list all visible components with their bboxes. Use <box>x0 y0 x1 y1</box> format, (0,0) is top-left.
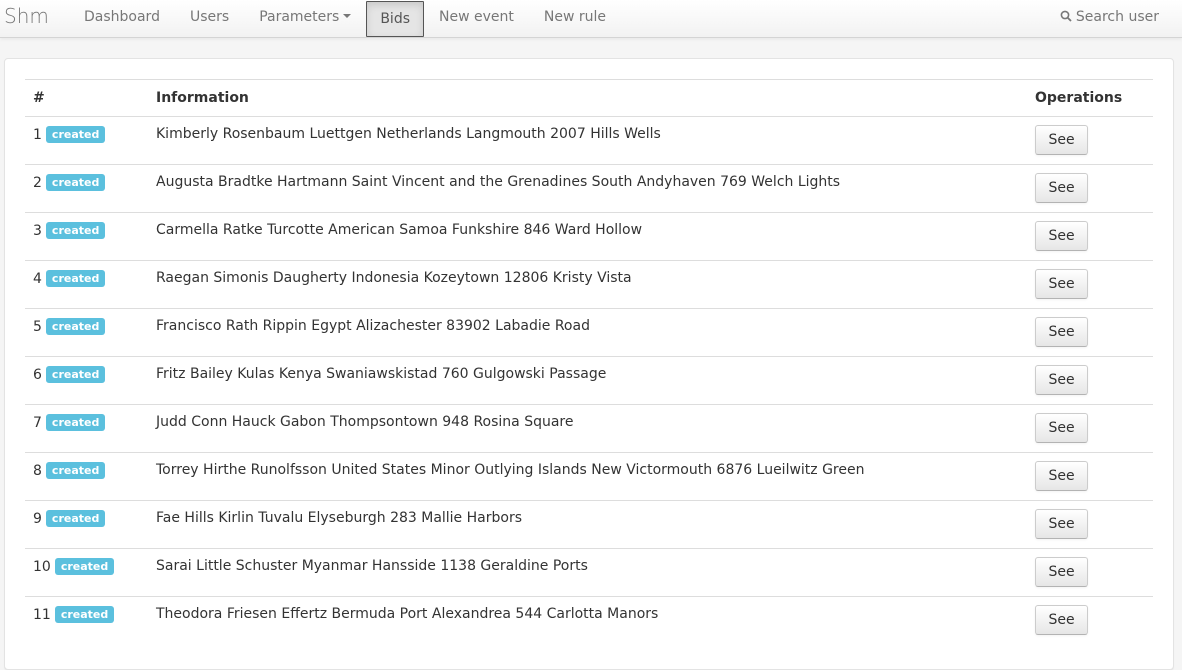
row-operations-cell: See <box>1027 308 1153 357</box>
row-number: 7 <box>33 415 42 431</box>
row-number: 11 <box>33 607 51 623</box>
table-row: 6 created Fritz Bailey Kulas Kenya Swaniaw… <box>25 356 1153 405</box>
column-header-number: # <box>25 79 148 117</box>
see-button[interactable]: See <box>1035 365 1088 395</box>
table-row: 7 created Judd Conn Hauck Gabon Thompsonto… <box>25 404 1153 453</box>
row-operations-cell: See <box>1027 356 1153 405</box>
row-number-cell: 6 created <box>25 356 148 405</box>
row-number: 10 <box>33 559 51 575</box>
search-user-label: Search user <box>1075 9 1159 25</box>
row-operations-cell: See <box>1027 164 1153 213</box>
brand-logo[interactable]: Shm <box>4 4 49 28</box>
see-button[interactable]: See <box>1035 173 1088 203</box>
row-information: Raegan Simonis Daugherty Indonesia Kozey… <box>148 260 1027 309</box>
row-number-cell: 9 created <box>25 500 148 549</box>
table-row: 9 created Fae Hills Kirlin Tuvalu Elysebur… <box>25 500 1153 549</box>
see-button[interactable]: See <box>1035 221 1088 251</box>
row-number-cell: 8 created <box>25 452 148 501</box>
row-information: Francisco Rath Rippin Egypt Alizachester… <box>148 308 1027 357</box>
row-information: Augusta Bradtke Hartmann Saint Vincent a… <box>148 164 1027 213</box>
row-number: 6 <box>33 367 42 383</box>
nav-item-parameters-label: Parameters <box>259 9 340 25</box>
table-header-row: # Information Operations <box>25 79 1153 117</box>
nav-item-users[interactable]: Users <box>175 0 244 35</box>
row-information: Torrey Hirthe Runolfsson United States M… <box>148 452 1027 501</box>
nav-item-dashboard[interactable]: Dashboard <box>69 0 175 35</box>
row-operations-cell: See <box>1027 116 1153 165</box>
nav-item-new-rule[interactable]: New rule <box>529 0 621 35</box>
row-operations-cell: See <box>1027 404 1153 453</box>
see-button[interactable]: See <box>1035 605 1088 635</box>
see-button[interactable]: See <box>1035 269 1088 299</box>
row-number-cell: 10 created <box>25 548 148 597</box>
table-row: 2 created Augusta Bradtke Hartmann Saint V… <box>25 164 1153 213</box>
row-information: Carmella Ratke Turcotte American Samoa F… <box>148 212 1027 261</box>
see-button[interactable]: See <box>1035 557 1088 587</box>
column-header-information: Information <box>148 79 1027 117</box>
status-badge: created <box>45 126 106 143</box>
see-button[interactable]: See <box>1035 317 1088 347</box>
table-row: 11 created Theodora Friesen Effertz Bermud… <box>25 596 1153 644</box>
row-number: 4 <box>33 271 42 287</box>
status-badge: created <box>54 558 115 575</box>
search-user-link[interactable]: Search user <box>1060 0 1159 35</box>
row-operations-cell: See <box>1027 452 1153 501</box>
status-badge: created <box>45 318 106 335</box>
row-information: Theodora Friesen Effertz Bermuda Port Al… <box>148 596 1027 644</box>
row-number: 9 <box>33 511 42 527</box>
status-badge: created <box>45 270 106 287</box>
table-row: 8 created Torrey Hirthe Runolfsson United … <box>25 452 1153 501</box>
table-row: 10 created Sarai Little Schuster Myanmar H… <box>25 548 1153 597</box>
column-header-operations: Operations <box>1027 79 1153 117</box>
row-operations-cell: See <box>1027 212 1153 261</box>
row-number: 8 <box>33 463 42 479</box>
search-icon <box>1060 10 1072 22</box>
see-button[interactable]: See <box>1035 413 1088 443</box>
row-number-cell: 2 created <box>25 164 148 213</box>
navbar: Shm Dashboard Users Parameters Bids New … <box>0 0 1182 38</box>
nav-item-bids[interactable]: Bids <box>366 1 425 37</box>
row-number: 2 <box>33 175 42 191</box>
row-operations-cell: See <box>1027 596 1153 644</box>
row-information: Kimberly Rosenbaum Luettgen Netherlands … <box>148 116 1027 165</box>
row-number-cell: 11 created <box>25 596 148 644</box>
see-button[interactable]: See <box>1035 509 1088 539</box>
status-badge: created <box>45 510 106 527</box>
status-badge: created <box>45 174 106 191</box>
row-number-cell: 1 created <box>25 116 148 165</box>
nav-item-parameters[interactable]: Parameters <box>244 0 366 35</box>
nav-menu: Dashboard Users Parameters Bids New even… <box>69 0 621 37</box>
row-operations-cell: See <box>1027 500 1153 549</box>
status-badge: created <box>45 414 106 431</box>
row-number-cell: 5 created <box>25 308 148 357</box>
status-badge: created <box>54 606 115 623</box>
row-number: 3 <box>33 223 42 239</box>
row-operations-cell: See <box>1027 548 1153 597</box>
row-number-cell: 7 created <box>25 404 148 453</box>
status-badge: created <box>45 366 106 383</box>
row-information: Fae Hills Kirlin Tuvalu Elyseburgh 283 M… <box>148 500 1027 549</box>
bids-panel: # Information Operations 1 created Kimberl… <box>4 58 1174 670</box>
row-information: Sarai Little Schuster Myanmar Hansside 1… <box>148 548 1027 597</box>
table-row: 1 created Kimberly Rosenbaum Luettgen Neth… <box>25 116 1153 165</box>
status-badge: created <box>45 222 106 239</box>
row-information: Judd Conn Hauck Gabon Thompsontown 948 R… <box>148 404 1027 453</box>
see-button[interactable]: See <box>1035 461 1088 491</box>
row-operations-cell: See <box>1027 260 1153 309</box>
status-badge: created <box>45 462 106 479</box>
table-row: 5 created Francisco Rath Rippin Egypt Aliz… <box>25 308 1153 357</box>
row-number-cell: 3 created <box>25 212 148 261</box>
chevron-down-icon <box>343 14 352 18</box>
table-row: 4 created Raegan Simonis Daugherty Indones… <box>25 260 1153 309</box>
row-number-cell: 4 created <box>25 260 148 309</box>
row-information: Fritz Bailey Kulas Kenya Swaniawskistad … <box>148 356 1027 405</box>
table-body: 1 created Kimberly Rosenbaum Luettgen Neth… <box>25 116 1153 644</box>
row-number: 1 <box>33 127 42 143</box>
table-row: 3 created Carmella Ratke Turcotte American… <box>25 212 1153 261</box>
see-button[interactable]: See <box>1035 125 1088 155</box>
row-number: 5 <box>33 319 42 335</box>
nav-item-new-event[interactable]: New event <box>424 0 529 35</box>
bids-table: # Information Operations 1 created Kimberl… <box>25 79 1153 644</box>
